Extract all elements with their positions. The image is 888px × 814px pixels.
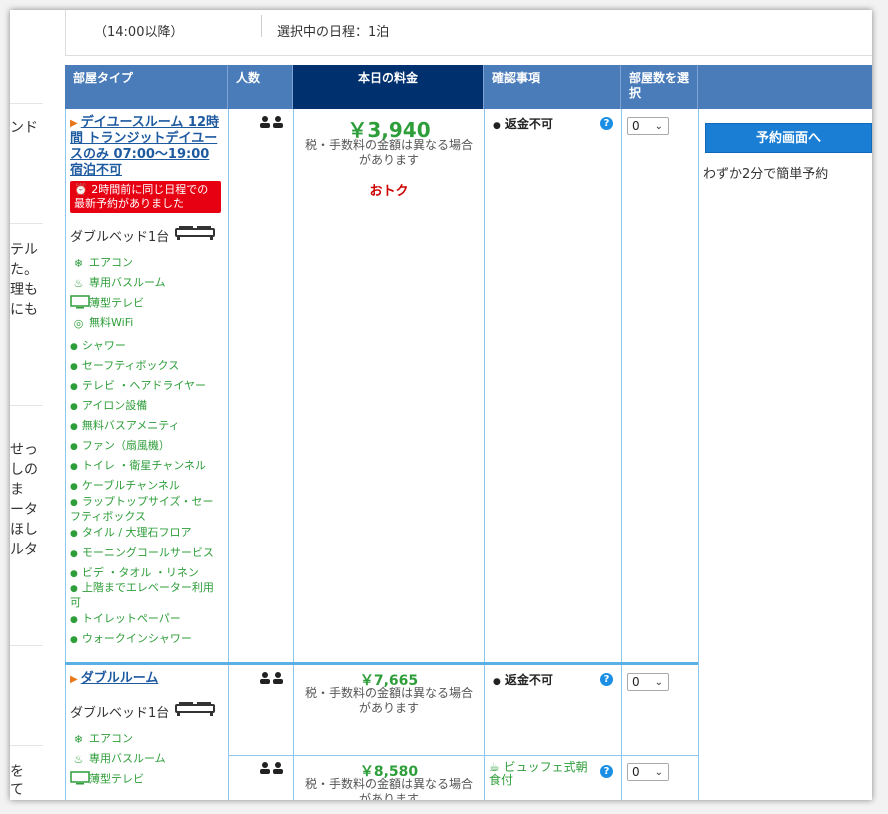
amenity-item: ● ファン（扇風機）: [70, 439, 170, 452]
chevron-down-icon: ⌄: [654, 677, 663, 688]
stay-summary-box: （14:00以降） 選択中の日程：1泊: [65, 10, 872, 56]
room2-bed-info: ダブルベッド1台: [70, 701, 216, 721]
price-note: 税・手数料の金額は異なる場合があります: [304, 777, 473, 800]
amenity-item: ● ビデ ・タオル ・リネン: [70, 566, 199, 579]
header-select-rooms: 部屋数を選択: [621, 65, 698, 109]
bed-icon: [175, 225, 216, 245]
amenity-item: ● モーニングコールサービス: [70, 546, 214, 559]
amenity-item: ❄ エアコン: [70, 732, 133, 746]
people-icon: [259, 672, 285, 687]
room2-name[interactable]: ダブルルーム: [81, 671, 159, 686]
page-frame: ンド テル た。 理も にも せっ しの ま ータ ほし ルタ を て （14:…: [10, 10, 872, 800]
left-text-fragment: て: [10, 782, 24, 798]
chevron-down-icon: ⌄: [654, 767, 663, 778]
tv-icon: [70, 295, 90, 312]
amenity-item: ♨ 専用バスルーム: [70, 276, 166, 290]
amenity-item: 薄型テレビ: [70, 771, 144, 788]
checkin-time: （14:00以降）: [94, 25, 184, 40]
people-icon: [259, 762, 285, 777]
amenity-item: ♨ 専用バスルーム: [70, 752, 166, 766]
amenity-item: ● ケーブルチャンネル: [70, 479, 180, 492]
non-refundable-label: ● 返金不可: [493, 117, 553, 131]
amenity-item: ● 上階までエレベーター利用可: [70, 581, 214, 609]
amenity-item: ● トイレ ・衛星チャンネル: [70, 459, 207, 472]
header-room-type: 部屋タイプ: [65, 65, 228, 109]
shower-icon: ♨: [73, 752, 84, 766]
help-icon[interactable]: ?: [600, 673, 613, 686]
amenity-item: ● 無料バスアメニティ: [70, 419, 180, 432]
left-text-fragment: ルタ: [10, 542, 38, 558]
triangle-right-icon: ▶: [70, 674, 78, 685]
non-refundable-label: ● 返金不可: [493, 673, 553, 687]
amenity-item: ● シャワー: [70, 339, 126, 352]
bed-label: ダブルベッド1台: [70, 705, 170, 721]
left-text-fragment: にも: [10, 302, 38, 318]
amenity-item: ● テレビ ・ヘアドライヤー: [70, 379, 207, 392]
header-booking: [698, 65, 872, 109]
coffee-cup-icon: ☕: [489, 760, 500, 774]
tv-icon: [70, 771, 90, 788]
booking-note: わずか2分で簡単予約: [703, 167, 829, 182]
shower-icon: ♨: [73, 276, 84, 290]
selected-schedule: 選択中の日程：1泊: [277, 25, 390, 40]
amenity-item: ● ウォークインシャワー: [70, 632, 192, 645]
reserve-button[interactable]: 予約画面へ: [705, 123, 872, 153]
alarm-clock-icon: ⏰: [74, 183, 88, 196]
left-text-fragment: 理も: [10, 282, 38, 298]
amenity-item: 薄型テレビ: [70, 295, 144, 312]
amenity-item: ● セーフティボックス: [70, 359, 180, 372]
room1-quantity-select[interactable]: 0 ⌄: [627, 117, 669, 135]
room1-bed-info: ダブルベッド1台: [70, 225, 216, 245]
triangle-right-icon: ▶: [70, 118, 78, 129]
amenity-item: ◎ 無料WiFi: [70, 316, 134, 330]
left-text-fragment: ータ: [10, 502, 38, 518]
left-text-fragment: せっ: [10, 442, 38, 458]
recent-booking-alert: ⏰ 2時間前に同じ日程での最新予約がありました: [70, 181, 221, 213]
help-icon[interactable]: ?: [600, 117, 613, 130]
amenity-item: ● ラップトップサイズ・セーフティボックス: [70, 495, 214, 523]
left-text-fragment: ほし: [10, 522, 38, 538]
left-text-fragment: ま: [10, 482, 24, 498]
amenity-item: ● トイレットペーパー: [70, 612, 181, 625]
wifi-icon: ◎: [73, 316, 84, 330]
chevron-down-icon: ⌄: [654, 121, 663, 132]
bed-icon: [175, 701, 216, 721]
amenity-item: ❄ エアコン: [70, 256, 133, 270]
alert-text: 2時間前に同じ日程での最新予約がありました: [74, 183, 209, 210]
amenity-item: ● アイロン設備: [70, 399, 148, 412]
amenity-item: ● タイル / 大理石フロア: [70, 526, 192, 539]
price-note: 税・手数料の金額は異なる場合があります: [304, 686, 473, 715]
header-price-today: 本日の料金: [293, 65, 484, 109]
room2-offer2-quantity-select[interactable]: 0 ⌄: [627, 763, 669, 781]
left-sidebar-fragment: ンド テル た。 理も にも せっ しの ま ータ ほし ルタ を て: [10, 10, 43, 800]
left-text-fragment: を: [10, 764, 24, 780]
left-text-fragment: た。: [10, 262, 38, 278]
left-text-fragment: テル: [10, 242, 38, 258]
snowflake-icon: ❄: [73, 256, 84, 270]
deal-badge: おトク: [369, 184, 409, 199]
room1-name-link[interactable]: ▶ デイユースルーム 12時間 トランジットデイユースのみ 07:00〜19:00…: [70, 115, 225, 179]
snowflake-icon: ❄: [73, 732, 84, 746]
price-note: 税・手数料の金額は異なる場合があります: [304, 138, 473, 167]
room1-name[interactable]: デイユースルーム 12時間 トランジットデイユースのみ 07:00〜19:00 …: [70, 115, 219, 178]
room2-offer1-quantity-select[interactable]: 0 ⌄: [627, 673, 669, 691]
room2-name-link[interactable]: ▶ ダブルルーム: [70, 671, 225, 687]
help-icon[interactable]: ?: [600, 765, 613, 778]
bed-label: ダブルベッド1台: [70, 229, 170, 245]
left-text-fragment: しの: [10, 462, 38, 478]
breakfast-included-label: ☕ ビュッフェ式朝食付: [489, 760, 588, 787]
header-confirm: 確認事項: [484, 65, 621, 109]
left-text-fragment: ンド: [10, 120, 38, 136]
header-people: 人数: [228, 65, 293, 109]
people-icon: [259, 116, 285, 131]
